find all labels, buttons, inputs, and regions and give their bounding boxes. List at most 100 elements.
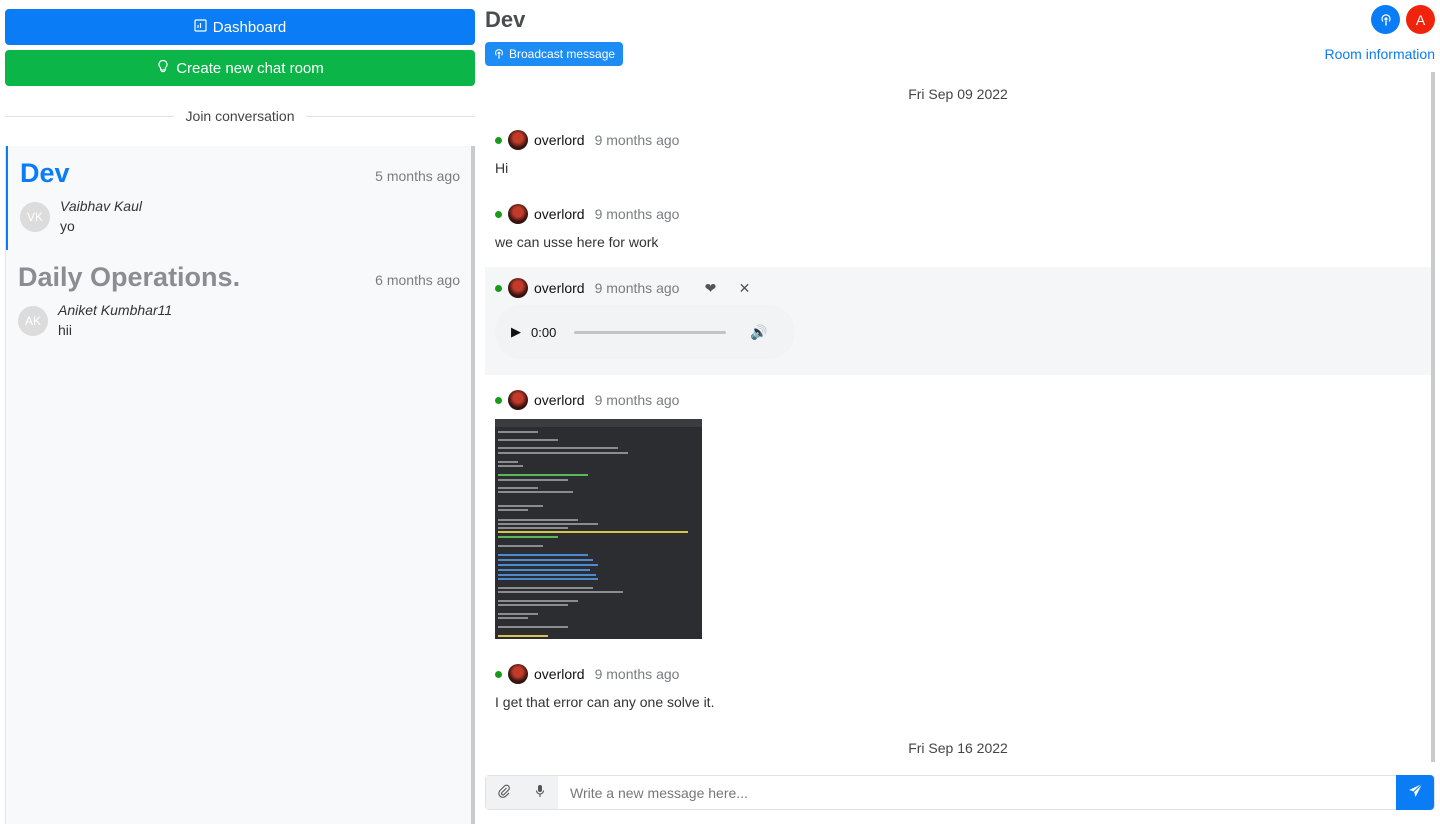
create-room-button[interactable]: Create new chat room	[5, 50, 475, 86]
room-information-link[interactable]: Room information	[1325, 46, 1436, 62]
terminal-line	[498, 474, 588, 476]
audio-time: 0:00	[531, 324, 557, 340]
terminal-line	[498, 487, 538, 489]
message: overlord 9 months ago Hi	[485, 128, 1431, 184]
audio-progress[interactable]	[574, 330, 727, 334]
message-time: 9 months ago	[594, 666, 680, 682]
top-actions: A	[1371, 5, 1435, 34]
dashboard-button[interactable]: Dashboard	[5, 9, 475, 45]
sidebar: Dashboard Create new chat room Join conv…	[0, 0, 480, 824]
chat-scrollbar[interactable]	[1431, 72, 1435, 762]
message: overlord 9 months ago I get that error c…	[485, 662, 1431, 718]
message-text: Hi	[495, 160, 509, 176]
online-dot	[495, 284, 502, 292]
terminal-line	[498, 564, 598, 566]
attached-image[interactable]	[495, 419, 702, 639]
terminal-line	[498, 465, 523, 467]
date-separator: Fri Sep 16 2022	[908, 740, 1008, 756]
terminal-line	[498, 452, 628, 454]
room-list-scrollbar[interactable]	[471, 146, 475, 824]
room-item-daily-operations[interactable]: Daily Operations. 6 months ago AK Aniket…	[6, 250, 472, 354]
online-dot	[495, 670, 502, 678]
message: overlord 9 months ago we can usse here f…	[485, 202, 1431, 258]
message-header: overlord 9 months ago	[495, 390, 679, 410]
message-composer	[485, 775, 1435, 810]
avatar: AK	[18, 306, 48, 336]
avatar	[508, 204, 528, 224]
attach-button[interactable]	[486, 776, 522, 809]
paperclip-icon	[498, 784, 510, 801]
broadcast-button[interactable]: Broadcast message	[485, 42, 624, 66]
user-avatar[interactable]: A	[1406, 5, 1435, 34]
terminal-line	[498, 479, 568, 481]
podcast-icon	[1380, 13, 1391, 25]
room-item-dev[interactable]: Dev 5 months ago VK Vaibhav Kaul yo	[6, 146, 472, 250]
message-time: 9 months ago	[594, 280, 680, 296]
message-header: overlord 9 months ago	[495, 130, 679, 150]
volume-icon[interactable]: 🔊	[750, 324, 767, 341]
terminal-line	[498, 509, 528, 511]
message-header: overlord 9 months ago	[495, 204, 679, 224]
message-author: overlord	[534, 666, 585, 682]
dashboard-label: Dashboard	[212, 18, 287, 36]
send-button[interactable]	[1396, 775, 1434, 810]
join-divider: Join conversation	[5, 104, 476, 128]
terminal-line	[498, 527, 568, 529]
terminal-line	[498, 591, 623, 593]
date-separator: Fri Sep 09 2022	[908, 86, 1008, 102]
message-author: overlord	[534, 280, 585, 296]
terminal-line	[498, 431, 538, 433]
send-icon	[1408, 783, 1423, 802]
terminal-line	[498, 519, 578, 521]
broadcast-icon-button[interactable]	[1371, 5, 1400, 34]
message-header: overlord 9 months ago	[495, 664, 679, 684]
message-time: 9 months ago	[594, 206, 680, 222]
chat-app: Dashboard Create new chat room Join conv…	[0, 0, 1440, 824]
broadcast-label: Broadcast message	[509, 47, 616, 61]
terminal-line	[498, 554, 588, 556]
terminal-line	[498, 505, 543, 507]
avatar: VK	[20, 202, 50, 232]
last-author: Aniket Kumbhar11	[58, 302, 173, 318]
heart-icon[interactable]: ❤	[693, 280, 727, 297]
terminal-line	[498, 569, 590, 571]
voice-button[interactable]	[522, 776, 558, 809]
message-list: Fri Sep 09 2022 overlord 9 months ago Hi…	[485, 72, 1431, 762]
message-time: 9 months ago	[594, 392, 680, 408]
terminal-line	[498, 613, 538, 615]
create-room-label: Create new chat room	[176, 59, 324, 77]
message-author: overlord	[534, 392, 585, 408]
message-author: overlord	[534, 206, 585, 222]
terminal-line	[498, 536, 558, 538]
last-author: Vaibhav Kaul	[60, 198, 142, 214]
terminal-line	[498, 461, 518, 463]
message-text: I get that error can any one solve it.	[495, 694, 715, 710]
play-icon[interactable]: ▶	[511, 324, 521, 340]
online-dot	[495, 210, 502, 218]
podcast-icon	[495, 49, 503, 59]
terminal-line	[498, 578, 598, 580]
terminal-line	[498, 447, 618, 449]
room-time: 6 months ago	[375, 272, 460, 288]
join-conversation-label: Join conversation	[185, 108, 295, 124]
terminal-line	[498, 491, 573, 493]
close-icon[interactable]: ✕	[727, 280, 761, 297]
online-dot	[495, 396, 502, 404]
last-message: hii	[58, 322, 73, 338]
terminal-line	[498, 635, 548, 637]
audio-player[interactable]: ▶ 0:00 🔊	[495, 305, 795, 359]
terminal-line	[498, 604, 568, 606]
message-input[interactable]	[558, 776, 1396, 809]
message-time: 9 months ago	[594, 132, 680, 148]
terminal-line	[498, 574, 596, 576]
message-text: we can usse here for work	[495, 234, 659, 250]
avatar	[508, 664, 528, 684]
online-dot	[495, 136, 502, 144]
message-actions: ❤ ✕	[693, 280, 761, 297]
terminal-line	[498, 531, 688, 533]
room-list: Dev 5 months ago VK Vaibhav Kaul yo Dail…	[5, 146, 472, 824]
room-title: Dev	[485, 7, 526, 32]
avatar	[508, 130, 528, 150]
microphone-icon	[535, 784, 545, 801]
terminal-titlebar	[495, 419, 702, 427]
